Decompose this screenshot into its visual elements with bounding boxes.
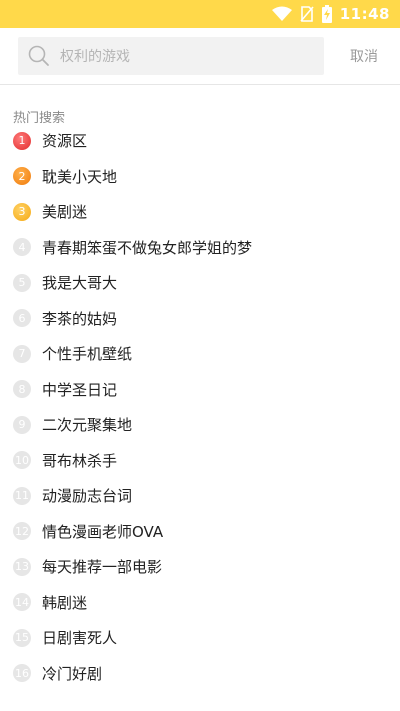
hot-search-item[interactable]: 4 青春期笨蛋不做兔女郎学姐的梦 — [0, 230, 400, 266]
rank-badge: 14 — [13, 593, 31, 612]
wifi-icon — [271, 6, 292, 22]
hot-search-label: 青春期笨蛋不做兔女郎学姐的梦 — [42, 238, 253, 257]
hot-search-label: 李茶的姑妈 — [42, 309, 118, 328]
hot-search-item[interactable]: 2 耽美小天地 — [0, 159, 400, 195]
rank-badge: 9 — [13, 415, 31, 434]
hot-search-label: 美剧迷 — [42, 203, 88, 222]
hot-search-label: 耽美小天地 — [42, 167, 118, 186]
hot-search-label: 个性手机壁纸 — [42, 345, 133, 364]
hot-search-label: 冷门好剧 — [42, 664, 103, 683]
search-placeholder: 权利的游戏 — [60, 49, 130, 65]
hot-search-item[interactable]: 13 每天推荐一部电影 — [0, 549, 400, 585]
rank-badge: 8 — [13, 380, 31, 399]
rank-badge: 11 — [13, 486, 31, 505]
hot-search-label: 资源区 — [42, 132, 88, 151]
hot-search-label: 中学圣日记 — [42, 380, 118, 399]
rank-badge: 12 — [13, 522, 31, 541]
no-sim-icon — [300, 6, 314, 22]
hot-search-item[interactable]: 3 美剧迷 — [0, 194, 400, 230]
hot-search-item[interactable]: 16 冷门好剧 — [0, 656, 400, 692]
hot-search-list: 1 资源区 2 耽美小天地 3 美剧迷 4 青春期笨蛋不做兔女郎学姐的梦 5 我是大哥大 6 李茶的姑… — [0, 123, 400, 691]
rank-badge: 5 — [13, 273, 31, 292]
hot-search-label: 每天推荐一部电影 — [42, 558, 163, 577]
hot-search-item[interactable]: 1 资源区 — [0, 123, 400, 159]
hot-search-title: 热门搜索 — [13, 111, 66, 126]
rank-badge: 6 — [13, 309, 31, 328]
rank-badge: 1 — [13, 131, 31, 150]
rank-badge: 2 — [13, 167, 31, 186]
rank-badge: 7 — [13, 344, 31, 363]
hot-search-label: 我是大哥大 — [42, 274, 118, 293]
hot-search-item[interactable]: 12 情色漫画老师OVA — [0, 514, 400, 550]
search-header: 权利的游戏 取消 — [0, 28, 400, 85]
cancel-button[interactable]: 取消 — [346, 40, 382, 72]
search-icon — [28, 45, 50, 67]
hot-search-label: 二次元聚集地 — [42, 416, 133, 435]
hot-search-item[interactable]: 6 李茶的姑妈 — [0, 301, 400, 337]
hot-search-item[interactable]: 14 韩剧迷 — [0, 585, 400, 621]
hot-search-item[interactable]: 11 动漫励志台词 — [0, 478, 400, 514]
hot-search-label: 哥布林杀手 — [42, 451, 118, 470]
rank-badge: 10 — [13, 451, 31, 470]
hot-search-item[interactable]: 8 中学圣日记 — [0, 372, 400, 408]
hot-search-item[interactable]: 7 个性手机壁纸 — [0, 336, 400, 372]
hot-search-item[interactable]: 10 哥布林杀手 — [0, 443, 400, 479]
rank-badge: 4 — [13, 238, 31, 257]
hot-search-item[interactable]: 15 日剧害死人 — [0, 620, 400, 656]
hot-search-item[interactable]: 5 我是大哥大 — [0, 265, 400, 301]
rank-badge: 13 — [13, 557, 31, 576]
rank-badge: 3 — [13, 202, 31, 221]
hot-search-item[interactable]: 9 二次元聚集地 — [0, 407, 400, 443]
battery-charging-icon — [321, 5, 332, 23]
search-input[interactable]: 权利的游戏 — [18, 37, 324, 75]
hot-search-label: 韩剧迷 — [42, 593, 88, 612]
status-bar: 11:48 — [0, 0, 400, 28]
rank-badge: 15 — [13, 628, 31, 647]
hot-search-label: 动漫励志台词 — [42, 487, 133, 506]
status-time: 11:48 — [339, 5, 390, 23]
hot-search-label: 日剧害死人 — [42, 629, 118, 648]
hot-search-label: 情色漫画老师OVA — [42, 522, 164, 541]
rank-badge: 16 — [13, 664, 31, 683]
